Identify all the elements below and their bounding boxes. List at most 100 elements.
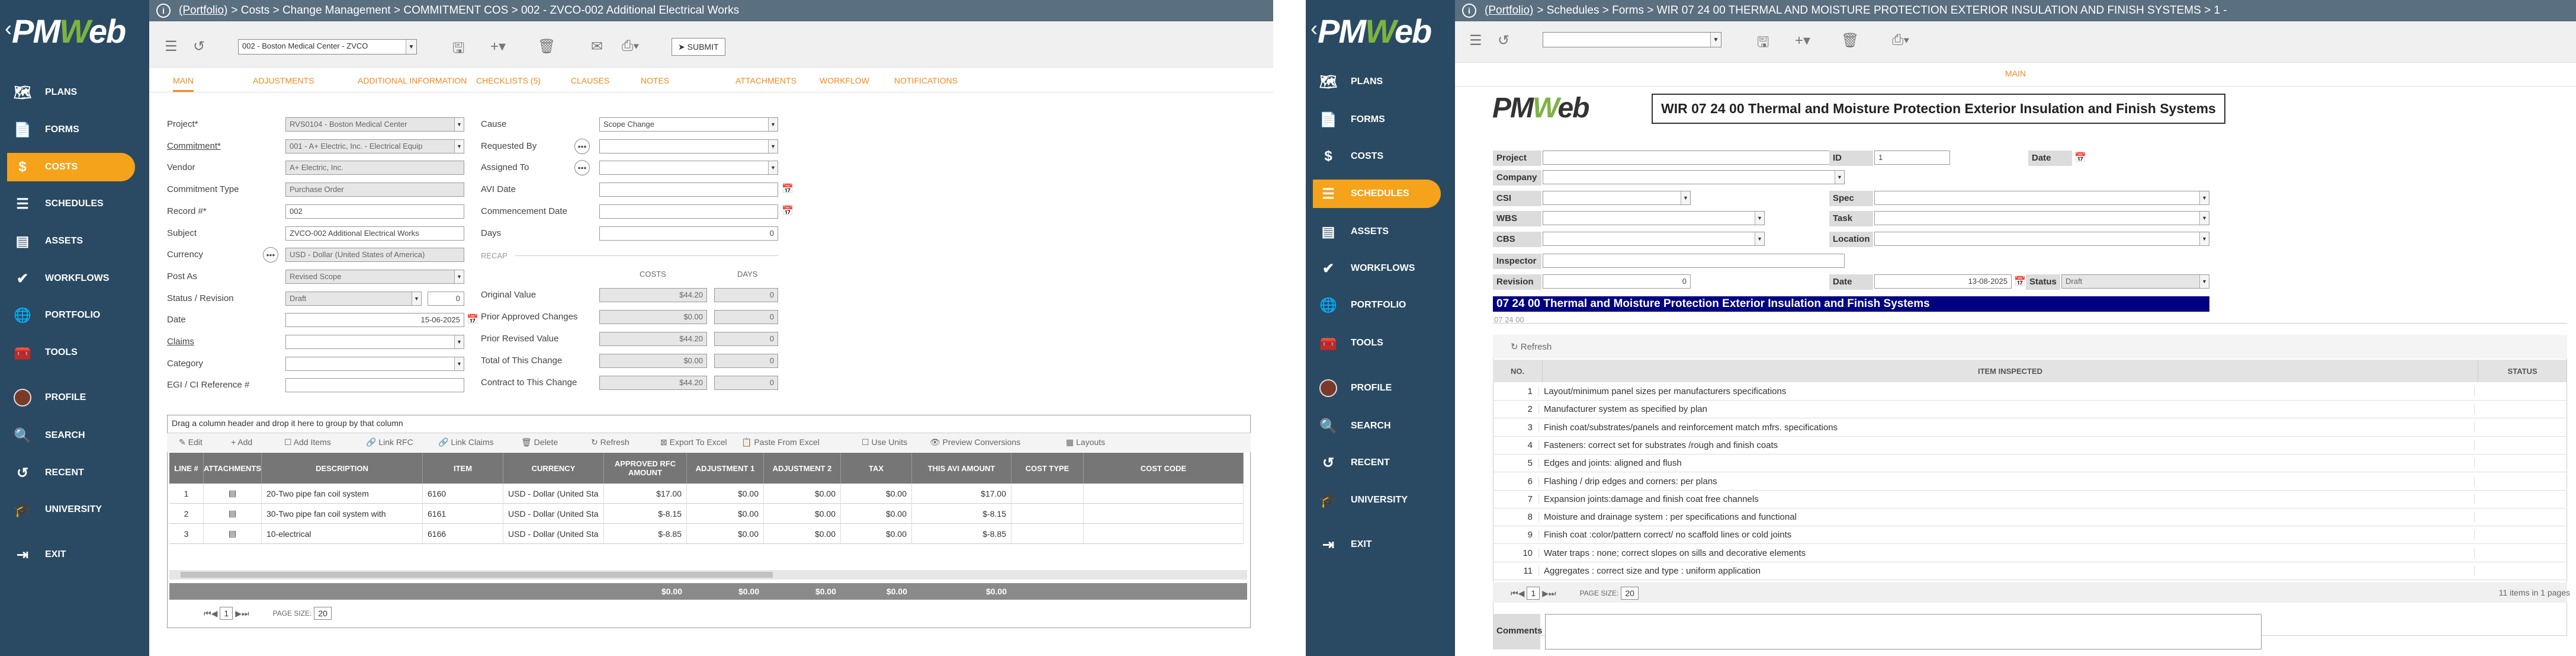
- column-header-approved-rfc-amount[interactable]: APPROVED RFC AMOUNT: [604, 453, 687, 484]
- table-cell[interactable]: USD - Dollar (United Sta: [503, 484, 604, 504]
- sidebar-item-university[interactable]: 🎓 University: [1306, 486, 1442, 514]
- tab-workflow[interactable]: Workflow: [820, 76, 869, 85]
- table-cell[interactable]: 20-Two pipe fan coil system: [262, 484, 423, 504]
- grid-tool-preview-conversions[interactable]: 👁 Preview Conversions: [930, 437, 1020, 447]
- sidebar-item-exit[interactable]: ⇥ Exit: [1306, 530, 1442, 559]
- breadcrumb-portfolio-link[interactable]: (Portfolio): [1485, 4, 1533, 17]
- grid-tool-add[interactable]: + Add: [231, 437, 252, 447]
- table-cell[interactable]: 10-electrical: [262, 524, 423, 544]
- table-cell[interactable]: $0.00: [841, 524, 912, 544]
- tab-clauses[interactable]: Clauses: [571, 76, 609, 85]
- pmweb-logo[interactable]: ‹PMWeb: [5, 12, 144, 53]
- table-cell[interactable]: $0.00: [841, 484, 912, 504]
- column-header-this-avi-amount[interactable]: THIS AVI AMOUNT: [912, 453, 1011, 484]
- table-row[interactable]: 9 Finish coat :color/pattern correct/ no …: [1493, 526, 2567, 545]
- table-cell[interactable]: 6160: [423, 484, 503, 504]
- history-icon[interactable]: ↺: [1498, 32, 1509, 49]
- inspector-field[interactable]: [1543, 254, 1845, 268]
- sidebar-item-tools[interactable]: 🧰 Tools: [0, 338, 136, 367]
- date-field[interactable]: 13-08-2025: [1874, 274, 2012, 289]
- pager-last-icon[interactable]: ⏭: [242, 609, 249, 619]
- field-record[interactable]: 002: [285, 204, 464, 219]
- field-claims[interactable]: ▼: [285, 335, 464, 349]
- sidebar-item-tools[interactable]: 🧰 Tools: [1306, 329, 1442, 357]
- project-select[interactable]: ▼: [1543, 151, 1845, 165]
- table-row[interactable]: 8 Moisture and drainage system : per spec…: [1493, 508, 2567, 527]
- table-cell[interactable]: $0.00: [764, 484, 841, 504]
- field-date[interactable]: 15-06-2025: [285, 313, 464, 328]
- field-project[interactable]: RVS0104 - Boston Medical Center ▼: [285, 117, 464, 132]
- field-category[interactable]: ▼: [285, 356, 464, 371]
- column-header-no[interactable]: NO.: [1493, 360, 1543, 382]
- list-icon[interactable]: ☰: [1469, 32, 1482, 49]
- calendar-icon[interactable]: 📅: [782, 183, 794, 195]
- table-cell[interactable]: $17.00: [604, 484, 687, 504]
- field-avi-date[interactable]: [599, 183, 778, 197]
- column-header-cost-code[interactable]: COST CODE: [1084, 453, 1244, 484]
- grid-tool-link-claims[interactable]: 🔗 Link Claims: [438, 437, 494, 447]
- table-cell[interactable]: 1: [169, 484, 204, 504]
- field-post-as[interactable]: Revised Scope ▼: [285, 269, 464, 284]
- sidebar-item-workflows[interactable]: ✔ Workflows: [0, 264, 136, 293]
- field-currency[interactable]: USD - Dollar (United States of America): [285, 248, 464, 263]
- sidebar-item-profile[interactable]: Profile: [1306, 374, 1442, 402]
- info-icon[interactable]: i: [156, 4, 171, 18]
- calendar-icon[interactable]: 📅: [2014, 276, 2026, 287]
- sidebar-item-schedules[interactable]: ☰ Schedules: [1313, 180, 1441, 208]
- column-header-item[interactable]: ITEM: [423, 453, 503, 484]
- add-icon[interactable]: +▾: [1795, 32, 1810, 49]
- tab-notifications[interactable]: Notifications: [894, 76, 958, 85]
- more-icon[interactable]: •••: [574, 138, 590, 154]
- attachment-icon[interactable]: ▤: [229, 488, 236, 498]
- table-cell[interactable]: $-8.15: [604, 504, 687, 524]
- table-cell[interactable]: $0.00: [687, 524, 764, 544]
- revision-field[interactable]: 0: [428, 291, 464, 306]
- table-cell[interactable]: 2: [169, 504, 204, 524]
- sidebar-item-recent[interactable]: ↺ Recent: [1306, 449, 1442, 477]
- print-icon[interactable]: ⎙▾: [1892, 32, 1909, 49]
- sidebar-item-search[interactable]: 🔍 Search: [0, 421, 136, 450]
- page-number[interactable]: 1: [220, 607, 233, 620]
- id-field[interactable]: 1: [1874, 151, 1950, 165]
- cbs-select[interactable]: ▼: [1543, 232, 1765, 246]
- status-select[interactable]: Draft ▼: [285, 291, 422, 306]
- tab-checklists-5[interactable]: Checklists (5): [476, 76, 541, 85]
- table-row[interactable]: 1 Layout/minimum panel sizes per manufact…: [1493, 383, 2567, 401]
- spec-select[interactable]: ▼: [1874, 191, 2209, 205]
- sidebar-item-search[interactable]: 🔍 Search: [1306, 412, 1442, 440]
- table-cell[interactable]: [1011, 524, 1084, 544]
- sidebar-item-portfolio[interactable]: 🌐 Portfolio: [0, 301, 136, 329]
- field-vendor[interactable]: A+ Electric, Inc.: [285, 161, 464, 175]
- grid-tool-edit[interactable]: ✎ Edit: [179, 437, 203, 447]
- sidebar-item-profile[interactable]: Profile: [0, 383, 136, 412]
- delete-icon[interactable]: 🗑: [1841, 32, 1859, 49]
- field-cause[interactable]: Scope Change ▼: [599, 117, 778, 132]
- page-size-select[interactable]: 20: [314, 607, 332, 620]
- table-cell[interactable]: $0.00: [687, 504, 764, 524]
- pager-last-icon[interactable]: ⏭: [1549, 588, 1556, 599]
- table-row[interactable]: 5 Edges and joints: aligned and flush: [1493, 455, 2567, 473]
- page-size-select[interactable]: 20: [1621, 587, 1639, 600]
- sidebar-item-plans[interactable]: 🗺 Plans: [0, 78, 136, 107]
- grid-tool-link-rfc[interactable]: 🔗 Link RFC: [366, 437, 413, 447]
- pager-next-icon[interactable]: ▶: [1542, 588, 1549, 599]
- history-icon[interactable]: ↺: [193, 38, 205, 55]
- project-select[interactable]: 002 - Boston Medical Center - ZVCO ▼: [238, 39, 417, 55]
- comments-field[interactable]: [1545, 614, 2262, 649]
- project-select[interactable]: ▼: [1543, 32, 1721, 47]
- table-cell[interactable]: $0.00: [764, 504, 841, 524]
- field-requested-by[interactable]: ▼: [599, 139, 778, 153]
- grid-tool-layouts[interactable]: ▦ Layouts: [1066, 437, 1105, 447]
- info-icon[interactable]: i: [1462, 4, 1476, 18]
- table-cell[interactable]: $0.00: [841, 504, 912, 524]
- field-subject[interactable]: ZVCO-002 Additional Electrical Works: [285, 226, 464, 241]
- field-commitment[interactable]: 001 - A+ Electric, Inc. - Electrical Equ…: [285, 139, 464, 153]
- table-row[interactable]: 10 Water traps : none; correct slopes on …: [1493, 545, 2567, 562]
- grid-tool-export-to-excel[interactable]: ⊠ Export To Excel: [660, 437, 727, 447]
- table-cell[interactable]: [1011, 504, 1084, 524]
- table-cell[interactable]: [1084, 504, 1244, 524]
- grid-tool-paste-from-excel[interactable]: 📋 Paste From Excel: [741, 437, 820, 447]
- sidebar-item-university[interactable]: 🎓 University: [0, 495, 136, 524]
- location-select[interactable]: ▼: [1874, 232, 2209, 246]
- page-number[interactable]: 1: [1527, 587, 1540, 600]
